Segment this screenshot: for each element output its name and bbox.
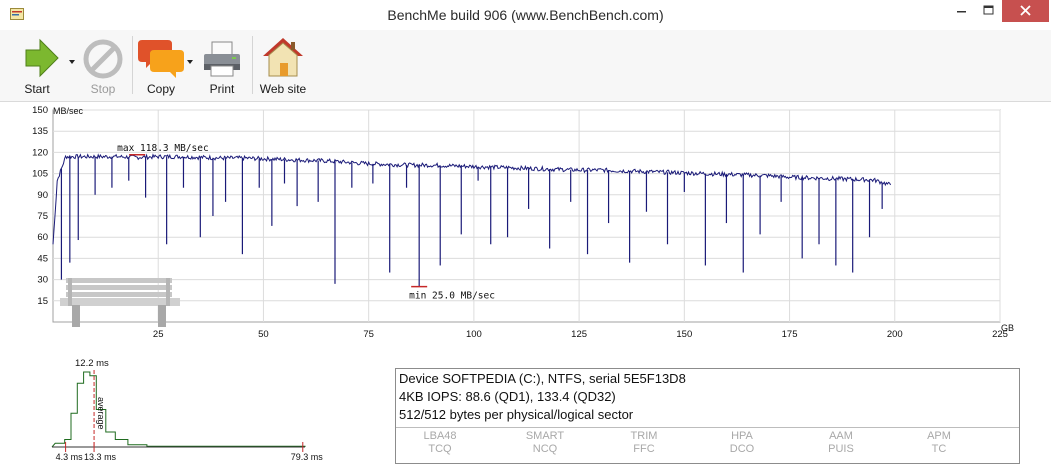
x-tick-label: 100: [466, 329, 482, 340]
y-tick-label: 75: [37, 211, 48, 222]
website-button[interactable]: Web site: [256, 30, 310, 100]
y-axis-ticks: 15 30 45 60 75 90 105 120 135 150: [32, 105, 48, 307]
maximize-icon: [983, 5, 994, 15]
x-tick-label: 75: [363, 329, 374, 340]
feature-aam-puis: AAM PUIS: [828, 430, 854, 455]
sector-line: 512/512 bytes per physical/logical secto…: [399, 407, 634, 422]
feature-trim-ffc: TRIM FFC: [630, 430, 658, 455]
start-label: Start: [24, 82, 50, 96]
transfer-rate-chart: 15 30 45 60 75 90 105 120 135 150 25 50 75 100 125 150…: [32, 105, 1014, 340]
x-tick-label: 150: [676, 329, 692, 340]
copy-speech-bubbles-icon: [138, 40, 184, 78]
y-axis-label: MB/sec: [53, 106, 84, 116]
stop-icon: [83, 39, 123, 79]
min-label: min 25.0 MB/sec: [409, 291, 495, 302]
maximize-button[interactable]: [975, 0, 1002, 22]
toolbar: Start Stop Copy Print Web site: [0, 30, 1051, 102]
feature-hpa-dco: HPA DCO: [729, 430, 755, 455]
close-icon: [1020, 5, 1031, 16]
x-tick-label: 200: [887, 329, 903, 340]
start-dropdown-arrow-icon[interactable]: [69, 60, 75, 64]
close-button[interactable]: [1002, 0, 1049, 22]
x-tick-label: 25: [153, 329, 164, 340]
y-tick-label: 135: [32, 126, 48, 137]
stop-button[interactable]: Stop: [80, 30, 126, 100]
y-tick-label: 45: [37, 253, 48, 264]
histogram-peak-label: 12.2 ms: [75, 358, 109, 369]
features-divider: [396, 427, 1019, 428]
y-tick-label: 120: [32, 147, 48, 158]
iops-line: 4KB IOPS: 88.6 (QD1), 133.4 (QD32): [399, 389, 616, 404]
minimize-icon: [957, 11, 966, 13]
copy-label: Copy: [146, 82, 175, 96]
copy-button[interactable]: Copy: [138, 30, 196, 100]
device-line: Device SOFTPEDIA (C:), NTFS, serial 5E5F…: [399, 371, 686, 386]
printer-icon: [204, 41, 240, 77]
y-tick-label: 30: [37, 275, 48, 286]
x-axis-ticks: 25 50 75 100 125 150 175 200 225: [153, 329, 1008, 340]
device-info-box: Device SOFTPEDIA (C:), NTFS, serial 5E5F…: [395, 368, 1020, 464]
histogram-series: [51, 371, 306, 448]
histogram-avg-value-label: 13.3 ms: [84, 452, 117, 462]
y-tick-label: 90: [37, 190, 48, 201]
y-tick-label: 60: [37, 232, 48, 243]
y-tick-label: 105: [32, 169, 48, 180]
minimize-button[interactable]: [948, 0, 975, 22]
print-button[interactable]: Print: [200, 30, 244, 100]
website-label: Web site: [259, 82, 307, 96]
toolbar-separator: [132, 36, 133, 94]
chart-grid: [52, 109, 1001, 323]
start-button[interactable]: Start: [16, 30, 75, 100]
histogram-max-label: 79.3 ms: [291, 452, 324, 462]
histogram-min-label: 4.3 ms: [56, 452, 84, 462]
print-label: Print: [209, 82, 235, 96]
window-title: BenchMe build 906 (www.BenchBench.com): [387, 7, 664, 23]
stop-label: Stop: [90, 82, 116, 96]
max-label: max 118.3 MB/sec: [117, 143, 209, 154]
feature-smart-ncq: SMART NCQ: [525, 430, 565, 455]
play-arrow-icon: [25, 38, 59, 78]
x-tick-label: 50: [258, 329, 269, 340]
x-axis-label: GB: [1001, 323, 1014, 333]
access-time-histogram: 12.2 ms average 4.3 ms 13.3 ms 79.3 ms: [51, 358, 324, 462]
histogram-average-label: average: [96, 397, 106, 430]
house-icon: [263, 38, 303, 77]
title-bar: BenchMe build 906 (www.BenchBench.com): [0, 0, 1051, 30]
feature-apm-tc: APM TC: [927, 430, 951, 455]
x-tick-label: 125: [571, 329, 587, 340]
copy-dropdown-arrow-icon[interactable]: [187, 60, 193, 64]
x-tick-label: 175: [782, 329, 798, 340]
toolbar-separator: [252, 36, 253, 94]
feature-lba48-tcq: LBA48 TCQ: [423, 430, 457, 455]
y-tick-label: 150: [32, 105, 48, 116]
y-tick-label: 15: [37, 296, 48, 307]
